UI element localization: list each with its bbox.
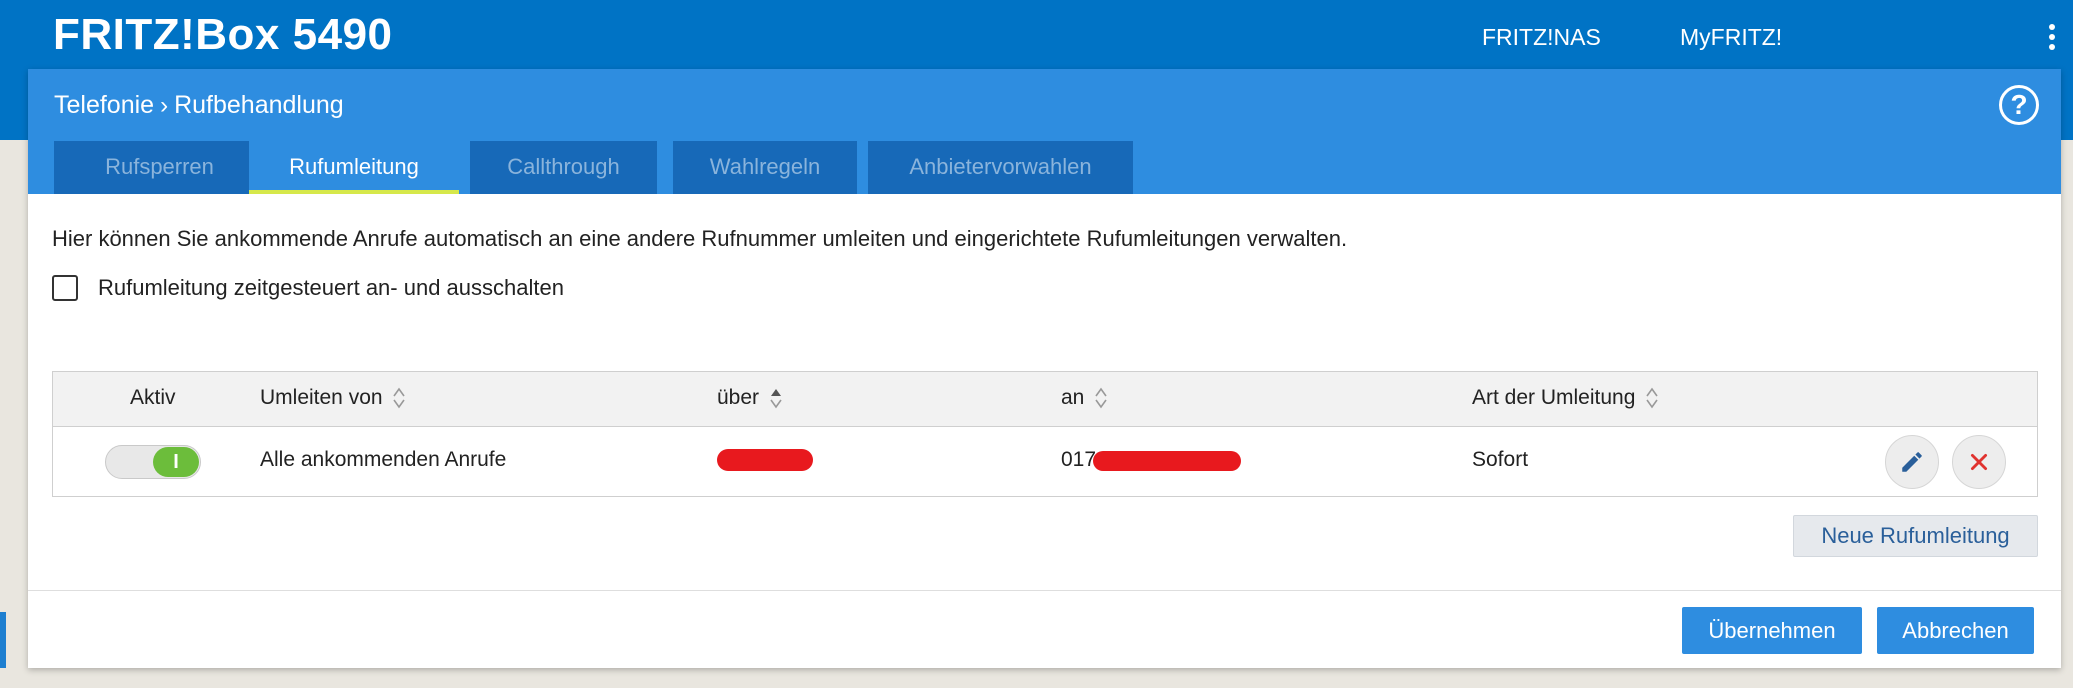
tab-rufsperren[interactable]: Rufsperren — [54, 141, 265, 194]
redaction-mark — [1093, 451, 1241, 471]
delete-button[interactable] — [1952, 435, 2006, 489]
main-panel: Telefonie › Rufbehandlung ? Rufsperren Ruf… — [28, 69, 2061, 668]
forwarding-table: Aktiv Umleiten von über an Art der Umlei… — [52, 371, 2038, 497]
new-forwarding-button[interactable]: Neue Rufumleitung — [1793, 515, 2038, 557]
column-header-ueber[interactable]: über — [717, 386, 783, 410]
tab-wahlregeln[interactable]: Wahlregeln — [673, 141, 857, 194]
close-icon — [1970, 453, 1988, 471]
column-header-art[interactable]: Art der Umleitung — [1472, 386, 1659, 410]
pencil-icon — [1902, 452, 1922, 472]
apply-button[interactable]: Übernehmen — [1682, 607, 1862, 654]
chevron-right-icon: › — [160, 92, 169, 119]
timed-forwarding-checkbox[interactable] — [52, 275, 78, 301]
column-header-an[interactable]: an — [1061, 386, 1108, 410]
sort-icon[interactable] — [392, 386, 406, 410]
timed-forwarding-row: Rufumleitung zeitgesteuert an- und aussc… — [52, 273, 564, 303]
tab-callthrough[interactable]: Callthrough — [470, 141, 657, 194]
breadcrumb-parent[interactable]: Telefonie — [54, 91, 154, 119]
column-header-umleiten-von[interactable]: Umleiten von — [260, 386, 406, 410]
sort-ascending-icon[interactable] — [769, 386, 783, 410]
cancel-button[interactable]: Abbrechen — [1877, 607, 2034, 654]
footer-divider — [28, 590, 2061, 591]
table-header: Aktiv Umleiten von über an Art der Umlei… — [53, 372, 2037, 427]
page-description: Hier können Sie ankommende Anrufe automa… — [52, 226, 1348, 251]
breadcrumb-current: Rufbehandlung — [174, 91, 344, 119]
tab-anbietervorwahlen[interactable]: Anbietervorwahlen — [868, 141, 1133, 194]
toggle-on-knob: I — [153, 447, 199, 477]
tab-rufumleitung[interactable]: Rufumleitung — [249, 141, 459, 194]
panel-header: Telefonie › Rufbehandlung ? Rufsperren Ruf… — [28, 69, 2061, 194]
column-header-aktiv: Aktiv — [130, 386, 176, 409]
cell-to: 017 — [1061, 448, 1097, 471]
help-icon[interactable]: ? — [1999, 85, 2039, 125]
sort-icon[interactable] — [1094, 386, 1108, 410]
more-menu-icon[interactable] — [2049, 24, 2057, 52]
fritz-nas-link[interactable]: FRITZ!NAS — [1482, 24, 1601, 51]
breadcrumb: Telefonie › Rufbehandlung — [54, 91, 344, 120]
cell-type: Sofort — [1472, 448, 1529, 471]
left-edge-strip — [0, 612, 6, 668]
active-toggle[interactable]: I — [105, 445, 201, 479]
sort-icon[interactable] — [1645, 386, 1659, 410]
edit-button[interactable] — [1885, 435, 1939, 489]
cell-from: Alle ankommenden Anrufe — [260, 448, 507, 471]
myfritz-link[interactable]: MyFRITZ! — [1680, 24, 1782, 51]
redaction-mark — [717, 449, 813, 471]
brand-title: FRITZ!Box 5490 — [53, 10, 393, 59]
timed-forwarding-label[interactable]: Rufumleitung zeitgesteuert an- und aussc… — [98, 275, 564, 301]
